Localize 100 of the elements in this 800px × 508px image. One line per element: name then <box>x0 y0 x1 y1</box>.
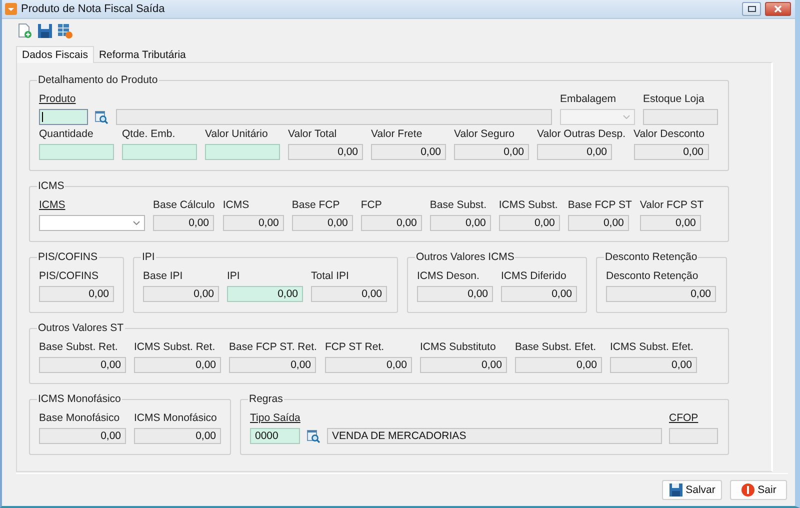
field-label: Valor Outras Desp. <box>537 128 626 141</box>
input-field[interactable] <box>643 109 718 125</box>
field-label: Valor Desconto <box>634 128 706 141</box>
input-field[interactable]: 0,00 <box>229 357 316 373</box>
input-field[interactable]: 0,00 <box>610 357 697 373</box>
group-title: Outros Valores ST <box>37 322 125 334</box>
table-delete-button[interactable] <box>57 23 73 39</box>
input-field[interactable]: 0,00 <box>498 215 560 231</box>
input-field[interactable]: 0,00 <box>324 357 412 373</box>
input-field[interactable] <box>39 109 88 125</box>
chevron-icon <box>623 115 630 119</box>
field-label: Base Subst. Efet. <box>514 341 598 354</box>
input-field[interactable]: 0,00 <box>360 215 422 231</box>
restore-icon <box>748 6 756 12</box>
field-label: Valor Frete <box>371 128 424 141</box>
field-label[interactable]: Produto <box>39 93 108 106</box>
window-title: Produto de Nota Fiscal Saída <box>21 3 166 15</box>
field-label: Embalagem <box>560 93 618 106</box>
group-title: IPI <box>141 251 156 263</box>
input-field[interactable]: 0,00 <box>640 215 701 231</box>
field-label: ICMS Deson. <box>417 270 480 283</box>
input-field[interactable]: 0,00 <box>568 215 629 231</box>
field-label: Valor Total <box>288 128 338 141</box>
input-field[interactable]: 0,00 <box>39 286 114 302</box>
field-label: Base Monofásico <box>39 412 121 425</box>
input-field[interactable]: 0,00 <box>634 144 709 160</box>
input-field[interactable] <box>116 109 552 125</box>
input-field[interactable]: 0,00 <box>292 215 353 231</box>
input-field[interactable]: 0,00 <box>606 286 716 302</box>
group-title: Desconto Retenção <box>604 251 698 263</box>
group-title: PIS/COFINS <box>37 251 99 263</box>
chevron-icon <box>133 221 140 225</box>
group-title: Detalhamento do Produto <box>37 74 159 86</box>
input-field[interactable]: 0,00 <box>134 357 221 373</box>
input-field[interactable]: 0,00 <box>454 144 529 160</box>
input-field[interactable]: 0,00 <box>227 286 303 302</box>
exit-button[interactable]: Sair <box>730 480 787 500</box>
input-field[interactable] <box>669 428 718 444</box>
input-field[interactable]: 0,00 <box>537 144 612 160</box>
field-label: PIS/COFINS <box>39 270 100 283</box>
input-field[interactable]: 0000 <box>250 428 300 444</box>
field-label: Quantidade <box>39 128 94 141</box>
field-label: Desconto Retenção <box>606 270 700 283</box>
field-label: ICMS Substituto <box>420 341 497 354</box>
stop-icon <box>740 483 755 497</box>
input-field[interactable]: 0,00 <box>222 215 284 231</box>
group-title: Outros Valores ICMS <box>415 251 516 263</box>
dropdown[interactable] <box>39 215 145 231</box>
field-label[interactable]: Tipo Saída <box>250 412 320 425</box>
field-label: IPI <box>227 270 241 283</box>
search-icon[interactable] <box>307 430 320 442</box>
field-label: FCP <box>360 199 383 212</box>
floppy-icon <box>668 483 683 497</box>
search-icon[interactable] <box>95 110 108 124</box>
field-label: Base FCP <box>292 199 341 212</box>
field-label: Valor FCP ST <box>640 199 704 212</box>
input-field[interactable]: 0,00 <box>420 357 507 373</box>
field-label: ICMS Monofásico <box>134 412 218 425</box>
restore-button[interactable] <box>742 2 761 16</box>
input-field[interactable]: 0,00 <box>501 286 577 302</box>
input-field[interactable]: 0,00 <box>288 144 363 160</box>
dropdown[interactable] <box>560 109 635 125</box>
input-field[interactable] <box>122 144 197 160</box>
input-field[interactable]: 0,00 <box>514 357 602 373</box>
field-label: Qtde. Emb. <box>122 128 176 141</box>
new-document-button[interactable] <box>17 23 33 39</box>
field-label: Base Cálculo <box>153 199 215 212</box>
input-field[interactable] <box>39 144 114 160</box>
input-field[interactable]: 0,00 <box>39 357 126 373</box>
save-button[interactable] <box>37 23 53 39</box>
field-label: Valor Unitário <box>205 128 269 141</box>
input-field[interactable]: VENDA DE MERCADORIAS <box>327 428 662 444</box>
field-label: ICMS Subst. <box>498 199 559 212</box>
input-field[interactable]: 0,00 <box>371 144 446 160</box>
close-icon <box>774 5 782 13</box>
tab[interactable]: Dados Fiscais <box>16 46 94 63</box>
input-field[interactable]: 0,00 <box>417 286 493 302</box>
save-button[interactable]: Salvar <box>662 480 722 500</box>
field-label: Base FCP ST <box>568 199 632 212</box>
input-field[interactable]: 0,00 <box>143 286 219 302</box>
input-field[interactable]: 0,00 <box>134 428 221 444</box>
input-field[interactable]: 0,00 <box>153 215 214 231</box>
field-label: Base IPI <box>143 270 184 283</box>
field-label: Base FCP ST. Ret. <box>229 341 317 354</box>
input-field[interactable] <box>205 144 280 160</box>
input-field[interactable]: 0,00 <box>430 215 491 231</box>
field-label: ICMS Diferido <box>501 270 568 283</box>
close-button[interactable] <box>765 2 791 16</box>
input-field[interactable]: 0,00 <box>39 428 126 444</box>
field-label: ICMS Subst. Ret. <box>134 341 216 354</box>
group-title: ICMS Monofásico <box>37 393 122 405</box>
field-label: Base Subst. <box>430 199 488 212</box>
app-icon <box>5 3 17 15</box>
field-label: Total IPI <box>311 270 350 283</box>
field-label[interactable]: ICMS <box>39 199 145 212</box>
field-label: Base Subst. Ret. <box>39 341 119 354</box>
field-label[interactable]: CFOP <box>669 412 718 425</box>
field-label: Estoque Loja <box>643 93 706 106</box>
input-field[interactable]: 0,00 <box>311 286 387 302</box>
tab[interactable]: Reforma Tributária <box>94 46 191 62</box>
